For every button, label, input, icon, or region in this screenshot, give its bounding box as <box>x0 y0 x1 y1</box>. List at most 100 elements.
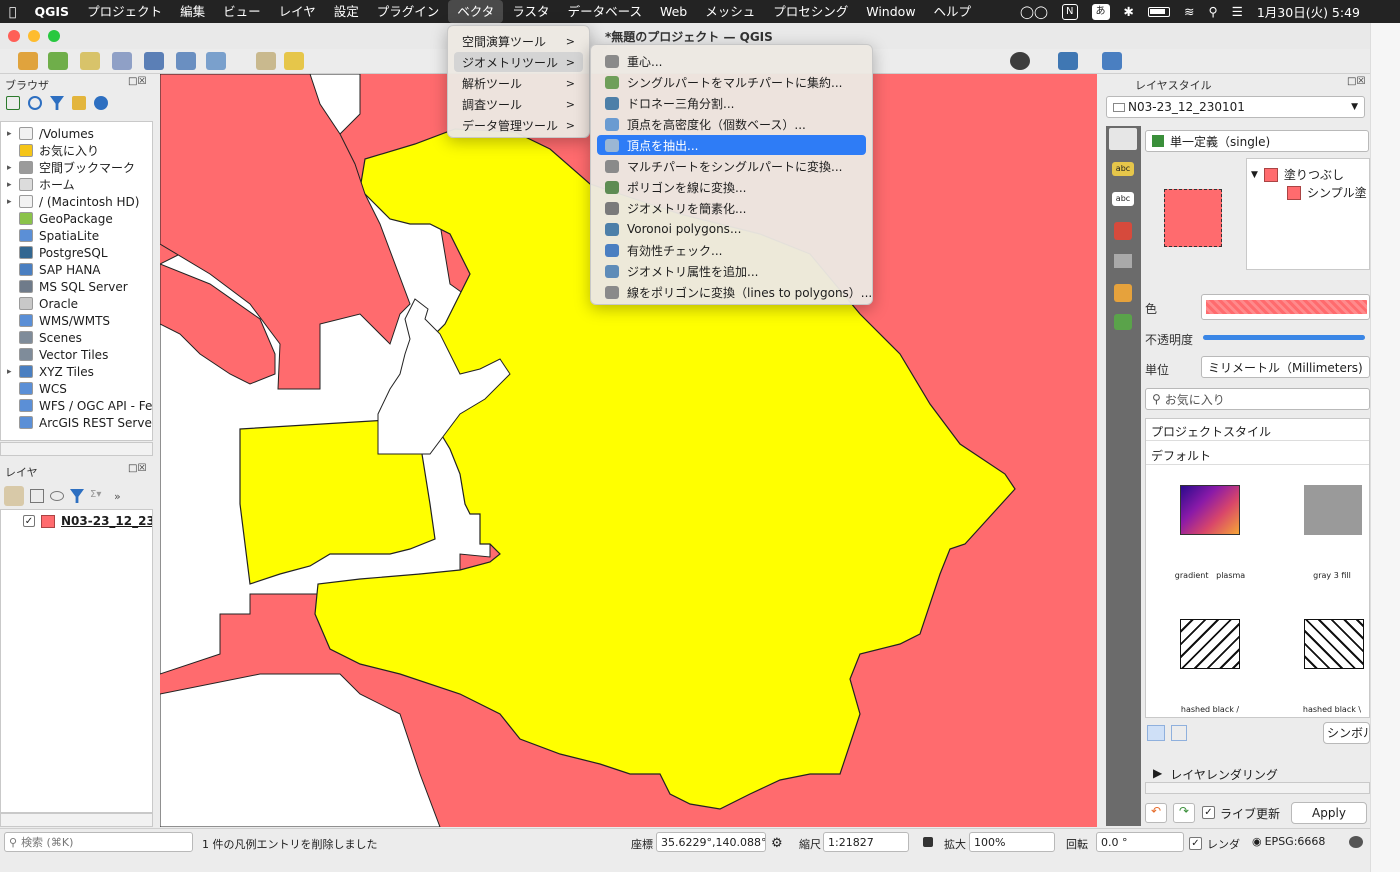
more-icon[interactable]: » <box>114 490 121 503</box>
geometry-menu-item[interactable]: ポリゴンを線に変換... <box>597 177 866 197</box>
visibility-icon[interactable] <box>50 491 64 501</box>
menu-raster[interactable]: ラスタ <box>503 0 558 23</box>
browser-item[interactable]: ▸ /Volumes <box>7 125 94 142</box>
menu-web[interactable]: Web <box>651 0 696 23</box>
style-manager-icon[interactable] <box>4 486 24 506</box>
geometry-menu-item[interactable]: ジオメトリ属性を追加... <box>597 261 866 281</box>
scale-field[interactable]: 1:21827 <box>823 832 909 852</box>
live-update-checkbox[interactable]: ✓ <box>1202 806 1215 819</box>
browser-item[interactable]: ▸ XYZ Tiles <box>7 363 94 380</box>
apply-button[interactable]: Apply <box>1291 802 1367 824</box>
browser-item[interactable]: SpatiaLite <box>7 227 99 244</box>
vector-layer-icon[interactable] <box>80 52 100 70</box>
browser-item[interactable]: SAP HANA <box>7 261 101 278</box>
geometry-menu-item[interactable]: 線をポリゴンに変換（lines to polygons）... <box>597 282 872 302</box>
new-geopackage-icon[interactable] <box>48 52 68 70</box>
menu-help[interactable]: ヘルプ <box>925 0 981 23</box>
vector-menu-item[interactable]: データ管理ツール > <box>454 115 583 135</box>
browser-panel-controls-icon[interactable]: □☒ <box>128 76 146 87</box>
close-window-button[interactable] <box>8 30 20 42</box>
browser-item[interactable]: Oracle <box>7 295 78 312</box>
wifi-icon[interactable]: ≋ <box>1184 4 1194 19</box>
symbology-tab-icon[interactable] <box>1109 128 1137 150</box>
expand-arrow-icon[interactable]: ▸ <box>7 180 19 190</box>
renderer-select[interactable]: 単一定義（single) <box>1145 130 1369 152</box>
browser-item[interactable]: WFS / OGC API - Fe <box>7 397 152 414</box>
style-swatch-hashed-fwd[interactable] <box>1180 619 1240 669</box>
project-styles-header[interactable]: プロジェクトスタイル <box>1151 423 1271 440</box>
menu-view[interactable]: ビュー <box>214 0 270 23</box>
vector-menu-item[interactable]: 空間演算ツール > <box>454 31 583 51</box>
python-icon[interactable] <box>1058 52 1078 70</box>
add-group-icon[interactable] <box>30 489 44 503</box>
expand-icon[interactable]: ▼ <box>1251 170 1258 180</box>
vector-menu-item[interactable]: 調査ツール > <box>454 94 583 114</box>
expand-arrow-icon[interactable]: ▸ <box>7 197 19 207</box>
symbol-tree-fill[interactable]: ▼ 塗りつぶし <box>1251 166 1344 183</box>
attribute-table-icon[interactable] <box>176 52 196 70</box>
expand-arrow-icon[interactable]: ▸ <box>7 367 19 377</box>
vector-menu-item[interactable]: ジオメトリツール > <box>454 52 583 72</box>
render-checkbox[interactable]: ✓ <box>1189 837 1202 850</box>
geometry-menu-item[interactable]: マルチパートをシングルパートに変換... <box>597 156 866 176</box>
opacity-slider[interactable] <box>1203 335 1365 340</box>
field-calculator-icon[interactable] <box>206 52 226 70</box>
digitize-icon[interactable] <box>112 52 132 70</box>
messages-icon[interactable] <box>1349 836 1363 848</box>
history-tab-icon[interactable] <box>1114 284 1132 302</box>
layer-name[interactable]: N03-23_12_23 <box>61 514 152 528</box>
glasses-icon[interactable]: ◯◯ <box>1020 4 1048 19</box>
symbol-button[interactable]: シンボル <box>1323 722 1370 744</box>
control-center-icon[interactable]: ☰ <box>1232 4 1243 19</box>
color-button[interactable] <box>1201 294 1370 320</box>
default-header[interactable]: デフォルト <box>1151 447 1211 464</box>
style-panel-controls-icon[interactable]: □☒ <box>1347 76 1365 87</box>
expand-arrow-icon[interactable]: ▸ <box>7 129 19 139</box>
lock-scale-icon[interactable] <box>923 837 933 847</box>
geometry-menu-item[interactable]: ドロネー三角分割... <box>597 93 866 113</box>
unit-select[interactable]: ミリメートル（Millimeters) <box>1201 356 1370 378</box>
browser-item[interactable]: ArcGIS REST Server <box>7 414 152 431</box>
list-view-button[interactable] <box>1171 725 1187 741</box>
geometry-menu-item[interactable]: シングルパートをマルチパートに集約... <box>597 72 866 92</box>
help-icon[interactable] <box>1102 52 1122 70</box>
geometry-menu-item[interactable]: 重心... <box>597 51 866 71</box>
layer-select[interactable]: N03-23_12_230101 ▼ <box>1106 96 1365 118</box>
layers-hscrollbar[interactable] <box>0 813 153 827</box>
filter-legend-icon[interactable] <box>70 489 84 503</box>
menu-vector[interactable]: ベクタ <box>448 0 504 23</box>
refresh-icon[interactable] <box>28 96 42 110</box>
vector-menu-item[interactable]: 解析ツール > <box>454 73 583 93</box>
browser-item[interactable]: ▸ ホーム <box>7 176 75 193</box>
browser-item[interactable]: ▸ 空間ブックマーク <box>7 159 135 176</box>
layers-tree[interactable]: ✓ N03-23_12_23 <box>0 509 153 813</box>
minimize-window-button[interactable] <box>28 30 40 42</box>
menu-processing[interactable]: プロセシング <box>764 0 857 23</box>
style-search-input[interactable]: ⚲ お気に入り <box>1145 388 1370 410</box>
undo-button[interactable]: ↶ <box>1145 803 1167 823</box>
layers-panel-controls-icon[interactable]: □☒ <box>128 463 146 474</box>
info-icon[interactable] <box>94 96 108 110</box>
spotlight-icon[interactable]: ⚲ <box>1208 4 1217 19</box>
geometry-menu-item[interactable]: 有効性チェック... <box>597 240 866 260</box>
symbol-tree-simple[interactable]: シンプル塗 <box>1287 184 1367 201</box>
3d-tab-icon[interactable] <box>1114 222 1132 240</box>
style-swatch-gradient[interactable] <box>1180 485 1240 535</box>
style-hscrollbar[interactable] <box>1145 782 1370 794</box>
menu-database[interactable]: データベース <box>559 0 651 23</box>
browser-hscrollbar[interactable] <box>0 442 153 456</box>
browser-item[interactable]: Vector Tiles <box>7 346 108 363</box>
zoom-window-button[interactable] <box>48 30 60 42</box>
identify-icon[interactable] <box>1010 52 1030 70</box>
undo-tab-icon[interactable] <box>1114 314 1132 330</box>
locator-search-input[interactable]: ⚲ 検索 (⌘K) <box>4 832 193 852</box>
layer-rendering-section[interactable]: ▶ レイヤレンダリング <box>1153 766 1278 783</box>
collapse-icon[interactable] <box>72 96 86 110</box>
ime-icon[interactable]: あ <box>1091 3 1110 20</box>
add-selected-icon[interactable] <box>6 96 20 110</box>
rotation-field[interactable]: 0.0 ° <box>1096 832 1184 852</box>
geometry-menu-item[interactable]: Voronoi polygons... <box>597 219 866 239</box>
redo-button[interactable]: ↷ <box>1173 803 1195 823</box>
labels-tab-icon[interactable]: abc <box>1112 162 1134 176</box>
menu-layer[interactable]: レイヤ <box>270 0 325 23</box>
